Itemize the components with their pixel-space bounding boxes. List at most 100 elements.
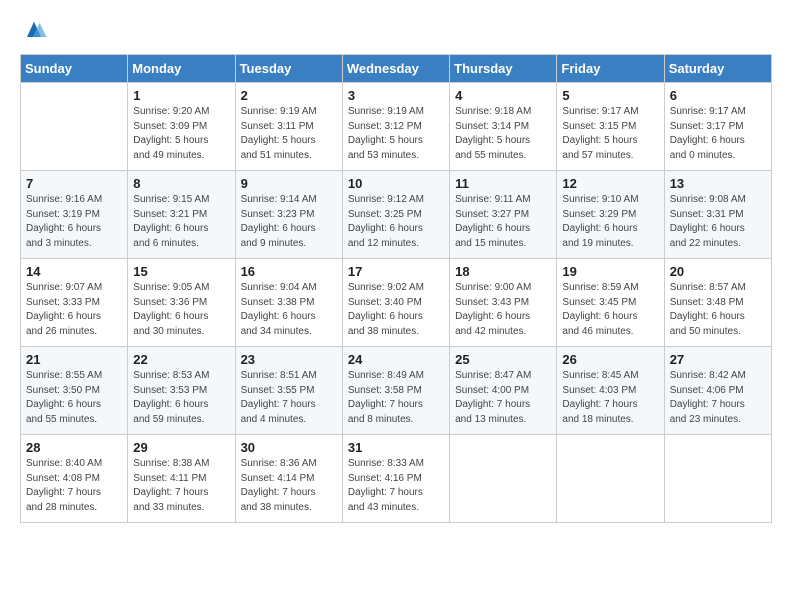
week-row-2: 14 Sunrise: 9:07 AMSunset: 3:33 PMDayligh… [21, 259, 772, 347]
calendar-cell: 17 Sunrise: 9:02 AMSunset: 3:40 PMDayligh… [342, 259, 449, 347]
day-info: Sunrise: 8:36 AMSunset: 4:14 PMDaylight:… [241, 457, 337, 515]
day-number: 26 [562, 352, 658, 367]
calendar-cell: 14 Sunrise: 9:07 AMSunset: 3:33 PMDayligh… [21, 259, 128, 347]
day-info: Sunrise: 8:47 AMSunset: 4:00 PMDaylight:… [455, 369, 551, 427]
week-row-4: 28 Sunrise: 8:40 AMSunset: 4:08 PMDayligh… [21, 435, 772, 523]
calendar-cell: 7 Sunrise: 9:16 AMSunset: 3:19 PMDaylight… [21, 171, 128, 259]
day-info: Sunrise: 9:10 AMSunset: 3:29 PMDaylight:… [562, 193, 658, 251]
weekday-header-sunday: Sunday [21, 55, 128, 83]
day-number: 23 [241, 352, 337, 367]
day-info: Sunrise: 9:15 AMSunset: 3:21 PMDaylight:… [133, 193, 229, 251]
calendar-cell: 11Sunrise: 9:11 AMSunset: 3:27 PMDayligh… [450, 171, 557, 259]
day-info: Sunrise: 9:17 AMSunset: 3:17 PMDaylight:… [670, 105, 766, 163]
calendar-cell: 5 Sunrise: 9:17 AMSunset: 3:15 PMDaylight… [557, 83, 664, 171]
calendar-cell: 20 Sunrise: 8:57 AMSunset: 3:48 PMDayligh… [664, 259, 771, 347]
day-number: 12 [562, 176, 658, 191]
day-number: 4 [455, 88, 551, 103]
weekday-header-wednesday: Wednesday [342, 55, 449, 83]
calendar-cell: 25 Sunrise: 8:47 AMSunset: 4:00 PMDayligh… [450, 347, 557, 435]
calendar-cell: 26 Sunrise: 8:45 AMSunset: 4:03 PMDayligh… [557, 347, 664, 435]
day-info: Sunrise: 9:20 AMSunset: 3:09 PMDaylight:… [133, 105, 229, 163]
day-number: 6 [670, 88, 766, 103]
day-info: Sunrise: 8:53 AMSunset: 3:53 PMDaylight:… [133, 369, 229, 427]
day-number: 27 [670, 352, 766, 367]
logo-icon [20, 16, 48, 44]
weekday-header-tuesday: Tuesday [235, 55, 342, 83]
calendar-cell: 21 Sunrise: 8:55 AMSunset: 3:50 PMDayligh… [21, 347, 128, 435]
day-number: 14 [26, 264, 122, 279]
day-info: Sunrise: 8:57 AMSunset: 3:48 PMDaylight:… [670, 281, 766, 339]
logo [20, 16, 52, 44]
day-info: Sunrise: 8:45 AMSunset: 4:03 PMDaylight:… [562, 369, 658, 427]
calendar-cell: 13 Sunrise: 9:08 AMSunset: 3:31 PMDayligh… [664, 171, 771, 259]
day-info: Sunrise: 9:14 AMSunset: 3:23 PMDaylight:… [241, 193, 337, 251]
day-info: Sunrise: 8:38 AMSunset: 4:11 PMDaylight:… [133, 457, 229, 515]
day-info: Sunrise: 9:18 AMSunset: 3:14 PMDaylight:… [455, 105, 551, 163]
day-info: Sunrise: 8:40 AMSunset: 4:08 PMDaylight:… [26, 457, 122, 515]
weekday-header-row: SundayMondayTuesdayWednesdayThursdayFrid… [21, 55, 772, 83]
day-number: 29 [133, 440, 229, 455]
day-number: 11 [455, 176, 551, 191]
day-info: Sunrise: 9:00 AMSunset: 3:43 PMDaylight:… [455, 281, 551, 339]
day-number: 18 [455, 264, 551, 279]
header [20, 16, 772, 44]
calendar-cell: 31 Sunrise: 8:33 AMSunset: 4:16 PMDayligh… [342, 435, 449, 523]
calendar-cell: 24Sunrise: 8:49 AMSunset: 3:58 PMDayligh… [342, 347, 449, 435]
day-number: 8 [133, 176, 229, 191]
weekday-header-friday: Friday [557, 55, 664, 83]
calendar-cell: 10 Sunrise: 9:12 AMSunset: 3:25 PMDayligh… [342, 171, 449, 259]
calendar-cell [21, 83, 128, 171]
day-info: Sunrise: 9:04 AMSunset: 3:38 PMDaylight:… [241, 281, 337, 339]
calendar-cell: 4 Sunrise: 9:18 AMSunset: 3:14 PMDaylight… [450, 83, 557, 171]
day-info: Sunrise: 9:19 AMSunset: 3:11 PMDaylight:… [241, 105, 337, 163]
weekday-header-monday: Monday [128, 55, 235, 83]
calendar-cell: 9 Sunrise: 9:14 AMSunset: 3:23 PMDaylight… [235, 171, 342, 259]
day-info: Sunrise: 9:02 AMSunset: 3:40 PMDaylight:… [348, 281, 444, 339]
day-info: Sunrise: 8:55 AMSunset: 3:50 PMDaylight:… [26, 369, 122, 427]
weekday-header-saturday: Saturday [664, 55, 771, 83]
day-number: 25 [455, 352, 551, 367]
calendar-cell: 19 Sunrise: 8:59 AMSunset: 3:45 PMDayligh… [557, 259, 664, 347]
day-number: 10 [348, 176, 444, 191]
calendar-cell: 8 Sunrise: 9:15 AMSunset: 3:21 PMDaylight… [128, 171, 235, 259]
day-number: 3 [348, 88, 444, 103]
day-number: 21 [26, 352, 122, 367]
calendar-cell: 23Sunrise: 8:51 AMSunset: 3:55 PMDayligh… [235, 347, 342, 435]
day-info: Sunrise: 9:12 AMSunset: 3:25 PMDaylight:… [348, 193, 444, 251]
day-number: 17 [348, 264, 444, 279]
calendar-cell: 30 Sunrise: 8:36 AMSunset: 4:14 PMDayligh… [235, 435, 342, 523]
day-number: 7 [26, 176, 122, 191]
calendar-cell: 12 Sunrise: 9:10 AMSunset: 3:29 PMDayligh… [557, 171, 664, 259]
day-number: 9 [241, 176, 337, 191]
calendar-cell: 29 Sunrise: 8:38 AMSunset: 4:11 PMDayligh… [128, 435, 235, 523]
day-info: Sunrise: 9:17 AMSunset: 3:15 PMDaylight:… [562, 105, 658, 163]
weekday-header-thursday: Thursday [450, 55, 557, 83]
day-info: Sunrise: 9:07 AMSunset: 3:33 PMDaylight:… [26, 281, 122, 339]
calendar-cell: 18 Sunrise: 9:00 AMSunset: 3:43 PMDayligh… [450, 259, 557, 347]
day-number: 13 [670, 176, 766, 191]
day-info: Sunrise: 9:16 AMSunset: 3:19 PMDaylight:… [26, 193, 122, 251]
day-info: Sunrise: 8:49 AMSunset: 3:58 PMDaylight:… [348, 369, 444, 427]
calendar-cell: 15Sunrise: 9:05 AMSunset: 3:36 PMDayligh… [128, 259, 235, 347]
day-number: 1 [133, 88, 229, 103]
day-number: 22 [133, 352, 229, 367]
day-info: Sunrise: 9:19 AMSunset: 3:12 PMDaylight:… [348, 105, 444, 163]
day-number: 2 [241, 88, 337, 103]
day-number: 16 [241, 264, 337, 279]
day-info: Sunrise: 9:08 AMSunset: 3:31 PMDaylight:… [670, 193, 766, 251]
day-number: 31 [348, 440, 444, 455]
day-number: 20 [670, 264, 766, 279]
day-number: 19 [562, 264, 658, 279]
day-info: Sunrise: 8:33 AMSunset: 4:16 PMDaylight:… [348, 457, 444, 515]
day-number: 30 [241, 440, 337, 455]
calendar-cell: 22 Sunrise: 8:53 AMSunset: 3:53 PMDayligh… [128, 347, 235, 435]
day-number: 5 [562, 88, 658, 103]
week-row-1: 7 Sunrise: 9:16 AMSunset: 3:19 PMDaylight… [21, 171, 772, 259]
calendar-cell [664, 435, 771, 523]
calendar-cell: 3 Sunrise: 9:19 AMSunset: 3:12 PMDaylight… [342, 83, 449, 171]
calendar-cell: 1 Sunrise: 9:20 AMSunset: 3:09 PMDaylight… [128, 83, 235, 171]
day-info: Sunrise: 8:59 AMSunset: 3:45 PMDaylight:… [562, 281, 658, 339]
day-number: 28 [26, 440, 122, 455]
calendar-cell [450, 435, 557, 523]
week-row-3: 21 Sunrise: 8:55 AMSunset: 3:50 PMDayligh… [21, 347, 772, 435]
